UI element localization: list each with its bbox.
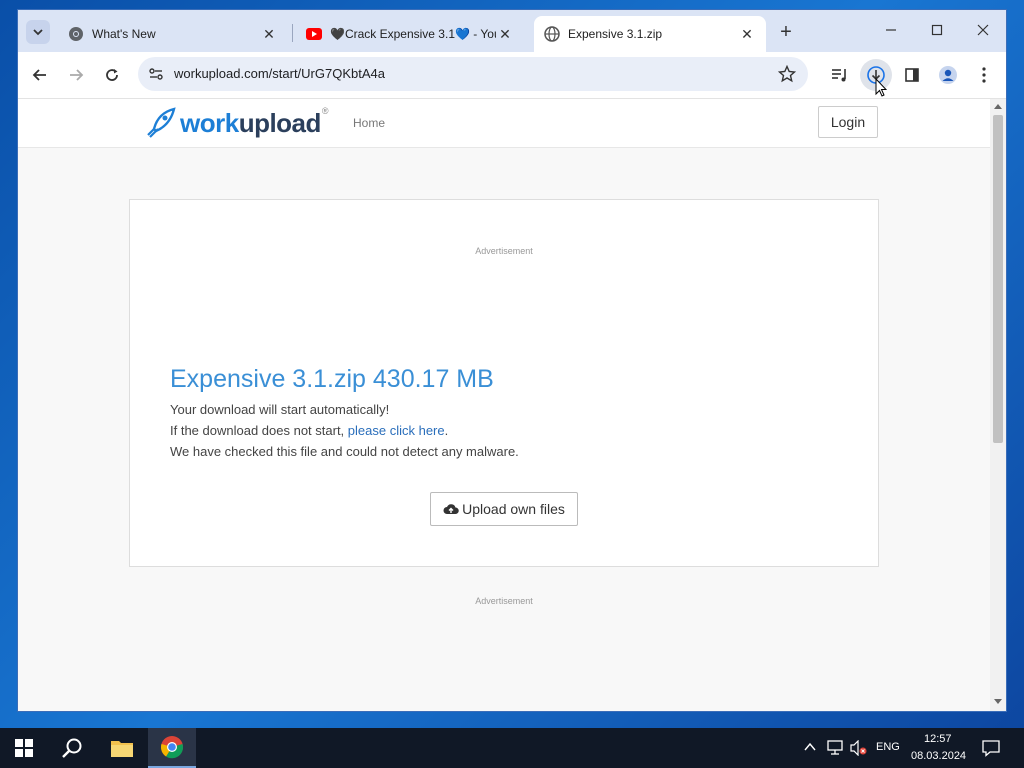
- auto-download-text: Your download will start automatically!: [170, 402, 390, 417]
- site-settings-icon[interactable]: [148, 66, 164, 87]
- taskbar-chrome[interactable]: [148, 728, 196, 768]
- file-title: Expensive 3.1.zip 430.17 MB: [170, 365, 494, 393]
- tab-whats-new[interactable]: What's New ✕: [58, 16, 288, 52]
- close-icon: [977, 24, 989, 36]
- playlist-icon: [832, 69, 846, 82]
- reload-button[interactable]: [96, 59, 128, 91]
- logo-text: workupload: [180, 108, 321, 139]
- tab-youtube[interactable]: 🖤Crack Expensive 3.1💙 - YouTube ✕: [296, 16, 524, 52]
- language-indicator[interactable]: ENG: [876, 741, 900, 753]
- clock-date[interactable]: 08.03.2024: [911, 750, 966, 762]
- close-tab-icon[interactable]: ✕: [496, 25, 514, 43]
- network-icon[interactable]: [826, 740, 844, 756]
- logo-text-part2: upload: [238, 107, 322, 138]
- chevron-up-icon[interactable]: [804, 742, 816, 752]
- taskbar-search-button[interactable]: [48, 728, 96, 768]
- side-panel-button[interactable]: [896, 59, 928, 91]
- bookmark-star-icon[interactable]: [777, 64, 797, 88]
- download-card: Advertisement Expensive 3.1.zip 430.17 M…: [129, 199, 879, 567]
- menu-button[interactable]: [968, 59, 1000, 91]
- advertisement-label-bottom: Advertisement: [475, 596, 533, 606]
- youtube-icon: [306, 26, 322, 42]
- windows-logo-icon: [15, 739, 33, 757]
- forward-button[interactable]: [60, 59, 92, 91]
- chrome-icon: [160, 736, 184, 759]
- start-button[interactable]: [0, 728, 48, 768]
- registered-mark: ®: [321, 106, 329, 116]
- upload-button-label: Upload own files: [462, 501, 565, 517]
- fallback-prefix: If the download does not start,: [170, 423, 348, 438]
- reload-icon: [106, 69, 118, 81]
- tab-expensive-zip[interactable]: Expensive 3.1.zip ✕: [534, 16, 766, 52]
- browser-toolbar: workupload.com/start/UrG7QKbtA4a: [18, 52, 1006, 99]
- taskbar-file-explorer[interactable]: [98, 728, 146, 768]
- rocket-icon: [147, 107, 176, 138]
- site-header: workupload ® Home Login: [18, 99, 990, 148]
- tab-title: What's New: [92, 27, 156, 41]
- cloud-upload-icon: [443, 504, 459, 514]
- close-tab-icon[interactable]: ✕: [260, 25, 278, 43]
- media-control-button[interactable]: [824, 59, 856, 91]
- volume-muted-icon[interactable]: [850, 740, 868, 756]
- tab-separator: [292, 24, 293, 42]
- click-here-link[interactable]: please click here: [348, 423, 445, 438]
- clock-time[interactable]: 12:57: [924, 733, 952, 745]
- maximize-icon: [931, 24, 943, 36]
- address-bar[interactable]: workupload.com/start/UrG7QKbtA4a: [138, 57, 808, 91]
- scrollbar-thumb[interactable]: [993, 115, 1003, 443]
- side-panel-icon: [905, 68, 919, 82]
- malware-check-text: We have checked this file and could not …: [170, 444, 519, 459]
- new-tab-button[interactable]: +: [774, 20, 798, 44]
- arrow-left-icon: [32, 69, 46, 81]
- workupload-logo[interactable]: workupload ®: [144, 106, 329, 139]
- back-button[interactable]: [24, 59, 56, 91]
- folder-icon: [111, 741, 133, 757]
- profile-button[interactable]: [932, 59, 964, 91]
- maximize-button[interactable]: [914, 10, 960, 50]
- search-icon: [62, 738, 82, 758]
- windows-taskbar: ENG 12:57 08.03.2024: [0, 728, 1024, 768]
- page-content: workupload ® Home Login Advertisement Ex…: [18, 99, 990, 711]
- advertisement-label: Advertisement: [475, 246, 533, 256]
- nav-home-link[interactable]: Home: [353, 116, 385, 130]
- fallback-suffix: .: [444, 423, 449, 438]
- scroll-down-arrow-icon: [994, 699, 1002, 704]
- arrow-right-icon: [70, 69, 84, 81]
- chevron-down-icon: [33, 29, 43, 36]
- url-text[interactable]: workupload.com/start/UrG7QKbtA4a: [174, 66, 385, 81]
- avatar-icon: [939, 66, 957, 84]
- mouse-cursor-icon: [875, 78, 887, 97]
- login-button[interactable]: Login: [818, 106, 878, 138]
- globe-icon: [544, 26, 560, 42]
- browser-window: What's New ✕ 🖤Crack Expensive 3.1💙 - You…: [18, 10, 1006, 711]
- close-tab-icon[interactable]: ✕: [738, 25, 756, 43]
- tab-title: Expensive 3.1.zip: [568, 27, 663, 41]
- tab-search-button[interactable]: [26, 20, 50, 44]
- upload-own-files-button[interactable]: Upload own files: [430, 492, 578, 526]
- scroll-up-arrow-icon: [994, 104, 1002, 109]
- tab-title: 🖤Crack Expensive 3.1💙 - YouTube: [330, 27, 496, 41]
- minimize-button[interactable]: [868, 10, 914, 50]
- notification-icon[interactable]: [982, 739, 1000, 757]
- tab-strip: What's New ✕ 🖤Crack Expensive 3.1💙 - You…: [18, 10, 1006, 52]
- logo-text-part1: work: [180, 107, 239, 138]
- chrome-icon: [68, 26, 84, 42]
- kebab-menu-icon: [982, 67, 986, 83]
- fallback-download-text: If the download does not start, please c…: [170, 423, 448, 438]
- close-window-button[interactable]: [960, 10, 1006, 50]
- page-scrollbar[interactable]: [990, 99, 1006, 711]
- minimize-icon: [886, 29, 896, 31]
